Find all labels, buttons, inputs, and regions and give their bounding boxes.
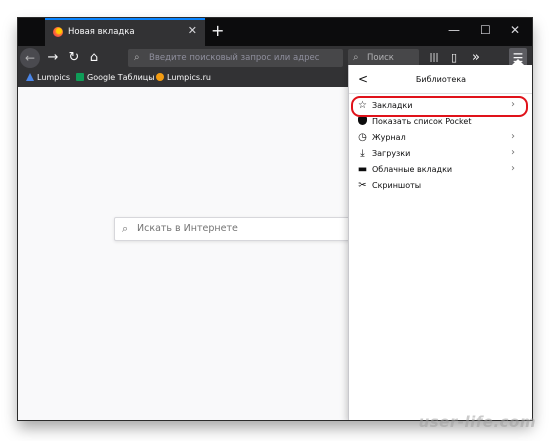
panel-arrow	[512, 59, 524, 65]
chevron-right-icon: ›	[511, 131, 515, 142]
panel-item-label: Показать список Pocket	[372, 117, 472, 126]
chevron-right-icon: ›	[511, 147, 515, 158]
panel-item-screenshots[interactable]: ✂ Скриншоты	[349, 178, 532, 194]
panel-item-bookmarks[interactable]: ☆ Закладки ›	[349, 96, 532, 117]
window-close-button[interactable]: ✕	[510, 23, 520, 37]
home-button[interactable]: ⌂	[86, 48, 102, 68]
screenshot-icon: ✂	[358, 180, 367, 191]
panel-item-label: Скриншоты	[372, 181, 422, 190]
web-search-box[interactable]: ⌕ Искать в Интернете	[114, 217, 360, 241]
search-icon: ⌕	[134, 52, 140, 63]
panel-item-label: Журнал	[372, 133, 406, 142]
sheets-icon	[76, 73, 84, 81]
bookmark-lumpics[interactable]: Lumpics	[26, 73, 70, 82]
tab-new-tab[interactable]: Новая вкладка ✕	[45, 18, 205, 46]
firefox-icon	[53, 27, 63, 37]
new-tab-button[interactable]: +	[211, 21, 224, 40]
divider	[349, 93, 532, 94]
url-bar[interactable]: ⌕ Введите поисковый запрос или адрес	[128, 49, 343, 67]
download-icon: ⤓	[360, 148, 365, 159]
forward-button[interactable]: →	[45, 48, 61, 68]
panel-item-pocket[interactable]: Показать список Pocket	[349, 114, 532, 130]
laptop-icon: ▬	[357, 164, 368, 175]
lumpics-icon	[26, 73, 34, 81]
panel-item-downloads[interactable]: ⤓ Загрузки ›	[349, 146, 532, 162]
tab-close-icon[interactable]: ✕	[188, 24, 197, 37]
panel-item-history[interactable]: ◷ Журнал ›	[349, 130, 532, 146]
pocket-icon	[358, 117, 367, 125]
minimize-button[interactable]: —	[448, 23, 460, 37]
library-panel: < Библиотека ☆ Закладки › Показать списо…	[348, 59, 532, 420]
bookmark-label: Lumpics.ru	[167, 73, 211, 82]
search-icon: ⌕	[122, 222, 129, 235]
bookmark-label: Lumpics	[37, 73, 71, 82]
panel-item-label: Загрузки	[372, 149, 411, 158]
watermark: user-life.com	[418, 413, 536, 431]
panel-item-synced-tabs[interactable]: ▬ Облачные вкладки ›	[349, 162, 532, 178]
clock-icon: ◷	[358, 132, 367, 143]
bookmark-google-sheets[interactable]: Google Таблицы	[76, 73, 155, 82]
url-placeholder: Введите поисковый запрос или адрес	[149, 53, 320, 63]
bookmark-lumpics-ru[interactable]: Lumpics.ru	[156, 73, 211, 82]
chevron-right-icon: ›	[511, 99, 515, 110]
panel-item-label: Закладки	[372, 101, 413, 110]
chevron-right-icon: ›	[511, 163, 515, 174]
bookmark-label: Google Таблицы	[87, 73, 155, 82]
panel-title: Библиотека	[415, 75, 467, 84]
browser-window: Новая вкладка ✕ + — ☐ ✕ ← → ↻ ⌂ ⌕ Введит…	[18, 18, 532, 420]
search-placeholder: Поиск	[367, 53, 394, 63]
star-icon: ☆	[358, 100, 367, 111]
tab-bar: Новая вкладка ✕ + — ☐ ✕	[18, 18, 532, 46]
orange-circle-icon	[156, 73, 164, 81]
web-search-placeholder: Искать в Интернете	[137, 223, 238, 234]
search-icon: ⌕	[353, 52, 359, 63]
tab-title: Новая вкладка	[68, 27, 135, 37]
back-button[interactable]: ←	[20, 48, 40, 68]
reload-button[interactable]: ↻	[66, 48, 82, 68]
maximize-button[interactable]: ☐	[480, 23, 491, 37]
panel-item-label: Облачные вкладки	[372, 165, 453, 174]
